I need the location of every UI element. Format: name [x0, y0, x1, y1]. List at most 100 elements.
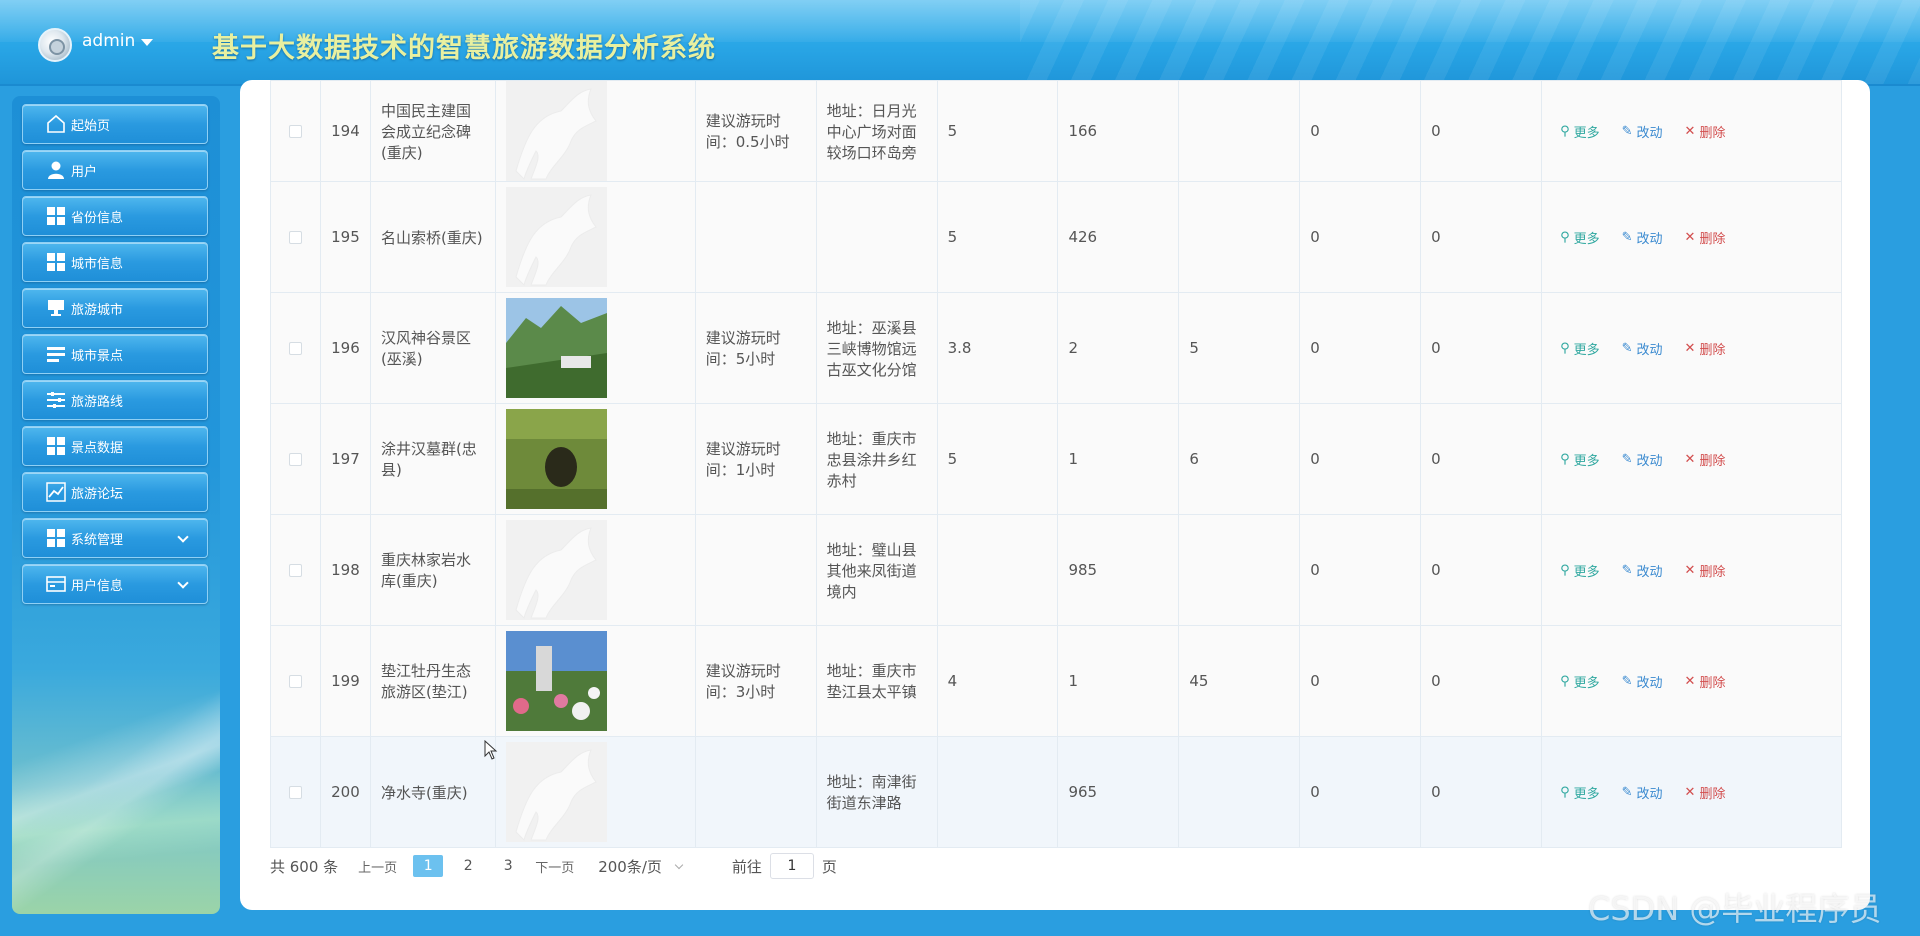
sidebar-item-province[interactable]: 省份信息: [22, 196, 208, 236]
page-button-1[interactable]: 1: [413, 855, 444, 877]
delete-button[interactable]: ✕ 删除: [1685, 783, 1726, 802]
page-button-3[interactable]: 3: [493, 855, 523, 877]
sidebar-item-system[interactable]: 系统管理: [22, 518, 208, 558]
main-panel: 194 中国民主建国会成立纪念碑(重庆) 建议游玩时间：0.5小时 地址：日月光中心广…: [240, 80, 1870, 910]
cell-value-4: 0: [1299, 292, 1422, 404]
cell-value-3: [1178, 181, 1301, 293]
edit-button[interactable]: ✎ 改动: [1622, 228, 1663, 247]
home-icon: [45, 113, 67, 135]
scenic-image[interactable]: [505, 187, 685, 287]
edit-label: 改动: [1636, 125, 1663, 141]
next-page-button[interactable]: 下一页: [535, 857, 574, 876]
username: admin: [82, 31, 136, 51]
table-row[interactable]: 196 汉风神谷景区(巫溪) 建议游玩时间：5小时 地址：巫溪县三峡博物馆远古巫文化分…: [270, 292, 1842, 404]
avatar[interactable]: [38, 28, 72, 62]
delete-button[interactable]: ✕ 删除: [1685, 339, 1726, 358]
page-size-select[interactable]: 200条/页: [598, 856, 684, 877]
edit-button[interactable]: ✎ 改动: [1622, 672, 1663, 691]
cell-value-3: 45: [1178, 625, 1301, 737]
goto-page: 前往 页: [732, 853, 837, 879]
row-checkbox[interactable]: [288, 674, 302, 688]
edit-button[interactable]: ✎ 改动: [1622, 561, 1663, 580]
cell-name: 名山索桥(重庆): [369, 181, 496, 293]
more-label: 更多: [1573, 675, 1600, 691]
more-button[interactable]: ⚲ 更多: [1560, 783, 1600, 802]
delete-label: 删除: [1699, 453, 1726, 469]
cell-value-2: 985: [1057, 514, 1180, 626]
prev-page-button[interactable]: 上一页: [358, 857, 397, 876]
delete-button[interactable]: ✕ 删除: [1685, 228, 1726, 247]
more-button[interactable]: ⚲ 更多: [1560, 561, 1600, 580]
cell-value-4: 0: [1299, 403, 1422, 515]
edit-button[interactable]: ✎ 改动: [1622, 783, 1663, 802]
sidebar-item-home[interactable]: 起始页: [22, 104, 208, 144]
scenic-image[interactable]: [505, 631, 685, 731]
scenic-image[interactable]: [505, 742, 685, 842]
cell-image: [494, 80, 696, 182]
cell-value-2: 1: [1057, 625, 1180, 737]
more-button[interactable]: ⚲ 更多: [1560, 672, 1600, 691]
row-checkbox[interactable]: [288, 230, 302, 244]
row-checkbox[interactable]: [288, 124, 302, 138]
sidebar-item-label: 起始页: [71, 118, 111, 134]
row-checkbox-cell: [270, 625, 321, 737]
sliders-icon: [45, 389, 67, 411]
cell-value-5: 0: [1420, 514, 1543, 626]
cell-value-2: 1: [1057, 403, 1180, 515]
close-icon: ✕: [1684, 229, 1696, 245]
more-button[interactable]: ⚲ 更多: [1560, 122, 1600, 141]
close-icon: ✕: [1684, 340, 1696, 356]
cell-value-2: 965: [1057, 736, 1180, 848]
row-checkbox[interactable]: [288, 785, 302, 799]
cell-image: [494, 292, 696, 404]
cell-actions: ⚲ 更多 ✎ 改动 ✕ 删除: [1541, 292, 1842, 404]
table-row[interactable]: 198 重庆林家岩水库(重庆) 地址：璧山县其他来凤街道境内 985 0 0 ⚲ 更多 ✎ 改动 ✕…: [270, 514, 1842, 626]
scenic-image[interactable]: [505, 81, 685, 181]
cell-address: [815, 181, 938, 293]
row-actions: ⚲ 更多 ✎ 改动 ✕ 删除: [1552, 339, 1831, 358]
mouse-cursor-icon: [484, 740, 498, 760]
sidebar-item-forum[interactable]: 旅游论坛: [22, 472, 208, 512]
sidebar-item-user-info[interactable]: 用户信息: [22, 564, 208, 604]
delete-button[interactable]: ✕ 删除: [1685, 450, 1726, 469]
table-row[interactable]: 195 名山索桥(重庆) 5 426 0 0 ⚲ 更多 ✎ 改动 ✕ 删除: [270, 181, 1842, 293]
table-row[interactable]: 197 涂井汉墓群(忠县) 建议游玩时间：1小时 地址：重庆市忠县涂井乡红赤村 5 1 6 0…: [270, 403, 1842, 515]
table-row[interactable]: 194 中国民主建国会成立纪念碑(重庆) 建议游玩时间：0.5小时 地址：日月光中心广…: [270, 80, 1842, 182]
delete-button[interactable]: ✕ 删除: [1685, 561, 1726, 580]
page-button-2[interactable]: 2: [453, 855, 483, 877]
search-icon: ⚲: [1560, 451, 1570, 467]
scenic-image[interactable]: [505, 520, 685, 620]
cell-value-1: [936, 514, 1059, 626]
more-button[interactable]: ⚲ 更多: [1560, 450, 1600, 469]
sidebar-item-scenic-data[interactable]: 景点数据: [22, 426, 208, 466]
delete-button[interactable]: ✕ 删除: [1685, 122, 1726, 141]
total-count: 共 600 条: [270, 857, 339, 876]
delete-button[interactable]: ✕ 删除: [1685, 672, 1726, 691]
row-checkbox[interactable]: [288, 563, 302, 577]
chart-icon: [45, 481, 67, 503]
row-checkbox[interactable]: [288, 452, 302, 466]
edit-button[interactable]: ✎ 改动: [1622, 450, 1663, 469]
user-menu[interactable]: admin: [82, 31, 154, 51]
edit-button[interactable]: ✎ 改动: [1622, 122, 1663, 141]
goto-page-input[interactable]: [769, 853, 814, 879]
close-icon: ✕: [1684, 562, 1696, 578]
sidebar-item-route[interactable]: 旅游路线: [22, 380, 208, 420]
more-button[interactable]: ⚲ 更多: [1560, 228, 1600, 247]
scenic-image[interactable]: [505, 409, 685, 509]
sidebar-item-tour-city[interactable]: 旅游城市: [22, 288, 208, 328]
cell-index: 199: [319, 625, 371, 737]
row-checkbox-cell: [270, 403, 321, 515]
sidebar-item-city[interactable]: 城市信息: [22, 242, 208, 282]
sidebar-item-scenic[interactable]: 城市景点: [22, 334, 208, 374]
row-checkbox[interactable]: [288, 341, 302, 355]
more-button[interactable]: ⚲ 更多: [1560, 339, 1600, 358]
more-label: 更多: [1573, 786, 1600, 802]
more-label: 更多: [1573, 564, 1600, 580]
sidebar-item-user[interactable]: 用户: [22, 150, 208, 190]
edit-button[interactable]: ✎ 改动: [1622, 339, 1663, 358]
card-icon: [45, 573, 67, 595]
scenic-image[interactable]: [505, 298, 685, 398]
table-row[interactable]: 200 净水寺(重庆) 地址：南津街街道东津路 965 0 0 ⚲ 更多 ✎ 改动 ✕ 删除: [270, 736, 1842, 848]
table-row[interactable]: 199 垫江牡丹生态旅游区(垫江) 建议游玩时间：3小时 地址：重庆市垫江县太平镇 4 1…: [270, 625, 1842, 737]
